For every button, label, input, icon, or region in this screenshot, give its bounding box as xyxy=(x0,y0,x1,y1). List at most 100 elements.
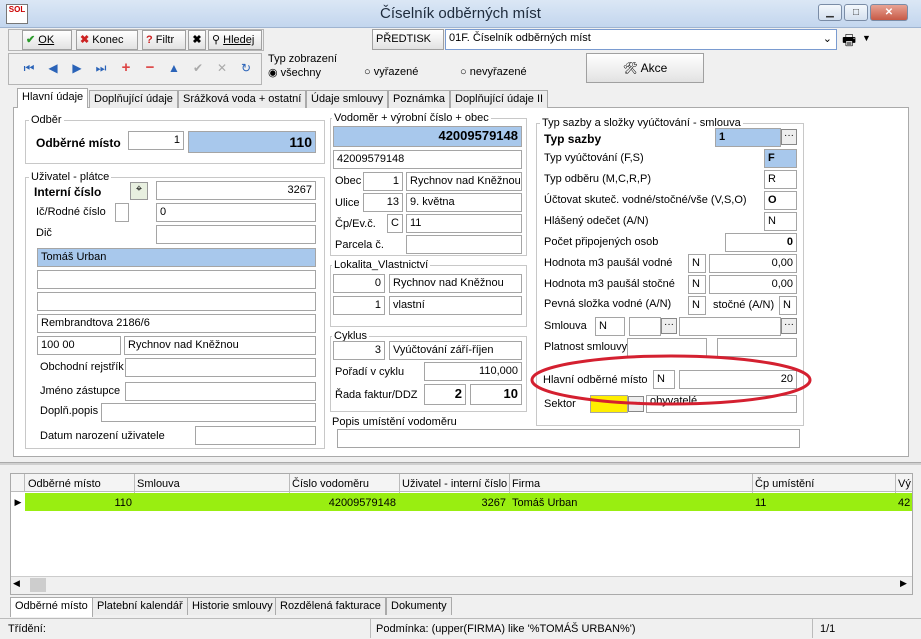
col-cp-umisteni[interactable]: Čp umístění xyxy=(755,478,814,490)
tab-poznamka[interactable]: Poznámka xyxy=(388,90,450,108)
obec-num-input[interactable]: 1 xyxy=(363,172,403,191)
lokalita-num1-input[interactable]: 0 xyxy=(333,274,385,293)
address-input[interactable]: Rembrandtova 2186/6 xyxy=(37,314,316,333)
minimize-button[interactable]: ▁ xyxy=(818,4,842,21)
typ-vyuctovani-input[interactable]: F xyxy=(764,149,797,168)
ulice-input[interactable]: 9. května xyxy=(406,193,522,212)
col-smlouva[interactable]: Smlouva xyxy=(137,478,180,490)
smlouva-flag-input[interactable]: N xyxy=(595,317,625,336)
predtisk-button[interactable]: PŘEDTISK xyxy=(372,29,444,50)
radio-not-discarded[interactable]: ○ nevyřazené xyxy=(460,66,527,78)
smlouva-name-lookup[interactable]: ··· xyxy=(781,318,797,334)
confirm-icon[interactable]: ✔ xyxy=(187,58,209,80)
smlouva-name-input[interactable] xyxy=(679,317,781,336)
col-uzivatel[interactable]: Uživatel - interní číslo xyxy=(402,478,507,490)
smlouva-lookup[interactable]: ··· xyxy=(661,318,677,334)
tab-historie-smlouvy[interactable]: Historie smlouvy xyxy=(187,597,278,615)
edit-record-icon[interactable]: ▲ xyxy=(163,58,185,80)
hledej-button[interactable]: ⚲ Hledej xyxy=(208,30,262,50)
close-button[interactable]: ✕ xyxy=(870,4,908,21)
print-template-select[interactable]: 01F. Číselník odběrných míst ⌄ xyxy=(445,29,837,50)
akce-button[interactable]: 🛠 Akce xyxy=(586,53,704,83)
doplnpopis-input[interactable] xyxy=(101,403,316,422)
col-odberne-misto[interactable]: Odběrné místo xyxy=(28,478,101,490)
obec-input[interactable]: Rychnov nad Kněžnou xyxy=(406,172,522,191)
map-icon[interactable]: ⌖ xyxy=(130,182,148,200)
lokalita-num2-input[interactable]: 1 xyxy=(333,296,385,315)
datum-narozeni-input[interactable] xyxy=(195,426,316,445)
scroll-right-icon[interactable]: ▶ xyxy=(900,578,907,589)
ic-input[interactable]: 0 xyxy=(156,203,316,222)
tab-doplnujici-udaje-2[interactable]: Doplňující údaje II xyxy=(450,90,549,108)
tab-doplnujici-udaje[interactable]: Doplňující údaje xyxy=(89,90,178,108)
typ-sazby-lookup[interactable]: ··· xyxy=(781,129,797,145)
psc-input[interactable]: 100 00 xyxy=(37,336,121,355)
rada2-input[interactable]: 10 xyxy=(470,384,522,405)
tab-platebni-kalendar[interactable]: Platební kalendář xyxy=(92,597,188,615)
city-input[interactable]: Rychnov nad Kněžnou xyxy=(124,336,316,355)
pausal-vodne-input[interactable]: 0,00 xyxy=(709,254,797,273)
typ-sazby-input[interactable]: 1 xyxy=(715,128,781,147)
scroll-thumb[interactable] xyxy=(30,578,46,592)
radio-discarded[interactable]: ○ vyřazené xyxy=(364,66,418,78)
ok-button[interactable]: ✔ OK xyxy=(22,30,72,50)
zastupce-input[interactable] xyxy=(125,382,316,401)
odecet-input[interactable]: N xyxy=(764,212,797,231)
name-input[interactable]: Tomáš Urban xyxy=(37,248,316,267)
odberne-misto-input[interactable]: 110 xyxy=(188,131,316,153)
tab-udaje-smlouvy[interactable]: Údaje smlouvy xyxy=(306,90,389,108)
cp-input[interactable]: 11 xyxy=(406,214,522,233)
col-vy[interactable]: Vý xyxy=(898,478,911,490)
poradi-input[interactable]: 110,000 xyxy=(424,362,522,381)
name2-input[interactable] xyxy=(37,270,316,289)
typ-odberu-input[interactable]: R xyxy=(764,170,797,189)
dic-input[interactable] xyxy=(156,225,316,244)
pausal-stocne-input[interactable]: 0,00 xyxy=(709,275,797,294)
pausal-vodne-flag[interactable]: N xyxy=(688,254,706,273)
parcela-input[interactable] xyxy=(406,235,522,254)
pocet-osob-input[interactable]: 0 xyxy=(725,233,797,252)
popis-umisteni-input[interactable] xyxy=(337,429,800,448)
konec-button[interactable]: ✖ Konec xyxy=(76,30,138,50)
interni-cislo-input[interactable]: 3267 xyxy=(156,181,316,200)
tab-odberne-misto[interactable]: Odběrné místo xyxy=(10,597,93,617)
vodomer-number2-input[interactable]: 42009579148 xyxy=(333,150,522,169)
horizontal-scrollbar[interactable] xyxy=(11,576,912,594)
odberne-misto-num[interactable]: 1 xyxy=(128,131,184,150)
tab-hlavni-udaje[interactable]: Hlavní údaje xyxy=(17,88,89,108)
name3-input[interactable] xyxy=(37,292,316,311)
cancel-filter-button[interactable]: ✖ xyxy=(188,30,206,50)
pevna-slozka-input[interactable]: N xyxy=(688,296,706,315)
cyklus-num-input[interactable]: 3 xyxy=(333,341,385,360)
pevna-stocne-input[interactable]: N xyxy=(779,296,797,315)
pausal-stocne-flag[interactable]: N xyxy=(688,275,706,294)
filtr-button[interactable]: ? Filtr xyxy=(142,30,186,50)
refresh-icon[interactable]: ↻ xyxy=(235,58,257,80)
obchodni-rejstrik-input[interactable] xyxy=(125,358,316,377)
rada1-input[interactable]: 2 xyxy=(424,384,466,405)
add-record-icon[interactable]: + xyxy=(115,58,137,80)
next-record-icon[interactable]: ▶ xyxy=(66,58,88,80)
printer-icon[interactable]: 🖶 xyxy=(842,30,856,55)
cyklus-input[interactable]: Vyúčtování září-říjen xyxy=(389,341,522,360)
prev-record-icon[interactable]: ◀ xyxy=(42,58,64,80)
smlouva-input[interactable] xyxy=(629,317,661,336)
ic-type-input[interactable] xyxy=(115,203,129,222)
ulice-num-input[interactable]: 13 xyxy=(363,193,403,212)
splitter[interactable] xyxy=(0,462,921,465)
tab-rozdelena-fakturace[interactable]: Rozdělená fakturace xyxy=(275,597,386,615)
col-cislo-vodomeru[interactable]: Číslo vodoměru xyxy=(292,478,369,490)
lokalita-val2-input[interactable]: vlastní xyxy=(389,296,522,315)
maximize-button[interactable]: □ xyxy=(844,4,868,21)
last-record-icon[interactable]: ⏭ xyxy=(90,58,112,80)
uctovat-input[interactable]: O xyxy=(764,191,797,210)
tab-srazkova-voda[interactable]: Srážková voda + ostatní xyxy=(178,90,307,108)
tab-dokumenty[interactable]: Dokumenty xyxy=(386,597,452,615)
vodomer-number-input[interactable]: 42009579148 xyxy=(333,126,522,147)
col-firma[interactable]: Firma xyxy=(512,478,540,490)
radio-all[interactable]: ◉ všechny xyxy=(268,66,321,79)
lokalita-val1-input[interactable]: Rychnov nad Kněžnou xyxy=(389,274,522,293)
printer-menu-chevron[interactable]: ▼ xyxy=(862,33,871,43)
scroll-left-icon[interactable]: ◀ xyxy=(13,578,20,589)
first-record-icon[interactable]: ⏮ xyxy=(18,58,40,80)
